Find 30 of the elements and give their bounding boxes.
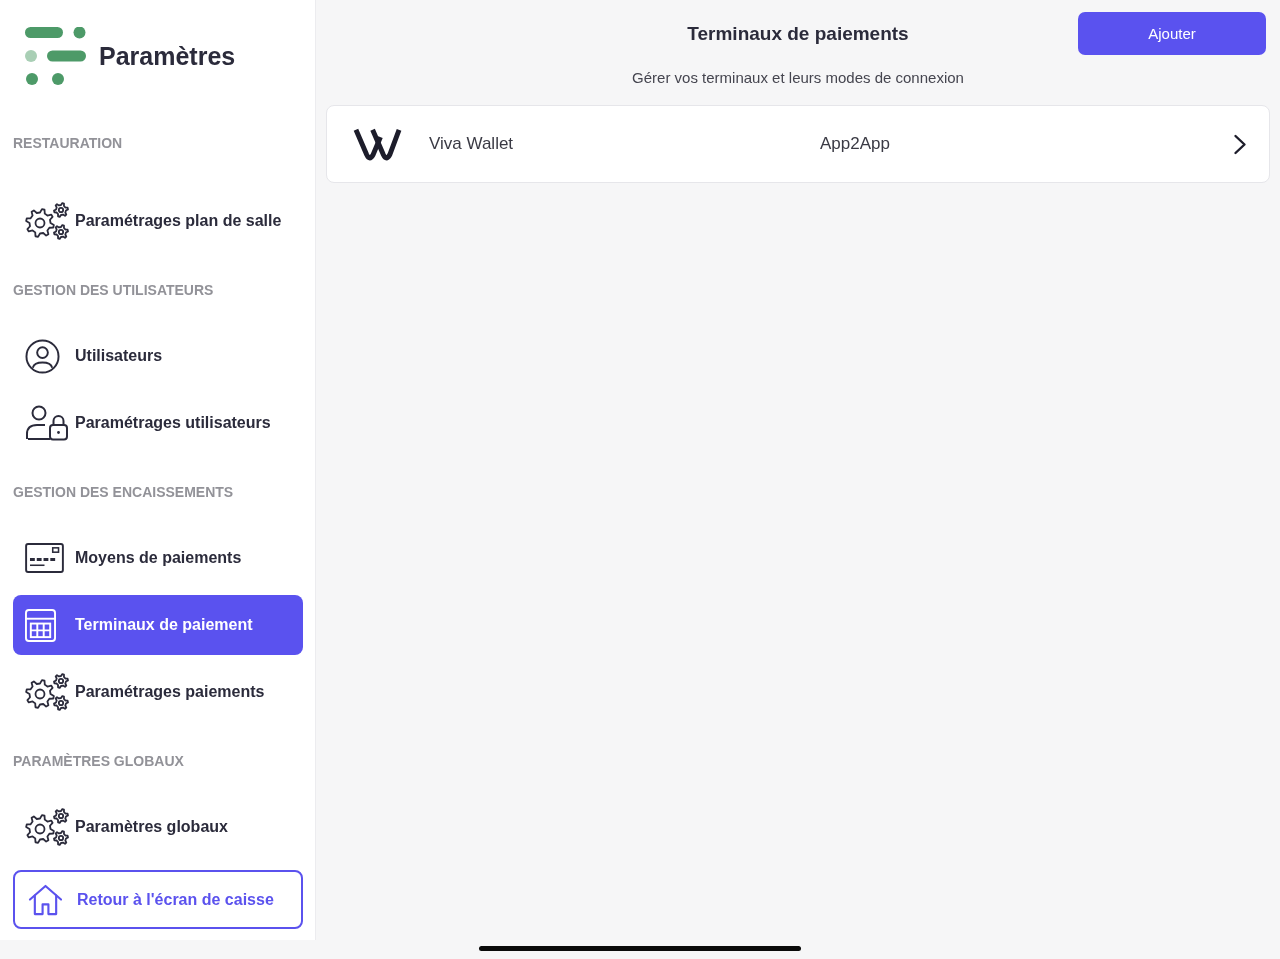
section-heading: PARAMÈTRES GLOBAUX bbox=[13, 753, 184, 771]
terminal-row[interactable]: Viva Wallet App2App bbox=[326, 105, 1270, 183]
home-icon bbox=[28, 883, 63, 916]
credit-card-icon bbox=[25, 543, 64, 573]
sidebar-item[interactable]: Utilisateurs bbox=[13, 326, 303, 386]
sidebar-item[interactable]: Moyens de paiements bbox=[13, 528, 303, 588]
sidebar-title: Paramètres bbox=[99, 41, 236, 71]
user-circle-icon bbox=[25, 338, 60, 374]
section-heading: GESTION DES UTILISATEURS bbox=[13, 282, 214, 300]
section-heading: GESTION DES ENCAISSEMENTS bbox=[13, 484, 234, 502]
section-heading: RESTAURATION bbox=[13, 135, 123, 153]
terminal-name: Viva Wallet bbox=[429, 134, 515, 154]
connection-mode: App2App bbox=[820, 134, 890, 154]
w-logo-icon bbox=[353, 126, 402, 162]
logo-icon bbox=[25, 27, 86, 85]
return-button[interactable]: Retour à l'écran de caisse bbox=[13, 870, 303, 929]
chevron-right-icon bbox=[1233, 133, 1247, 155]
gears-icon bbox=[25, 808, 69, 846]
sidebar-item[interactable]: Paramétrages plan de salle bbox=[13, 191, 303, 251]
calculator-icon bbox=[25, 608, 56, 642]
sidebar-item[interactable]: Paramétrages paiements bbox=[13, 662, 303, 722]
gears-icon bbox=[25, 673, 69, 711]
add-button[interactable]: Ajouter bbox=[1078, 12, 1266, 55]
sidebar-item[interactable]: Paramètres globaux bbox=[13, 797, 303, 857]
user-lock-icon bbox=[25, 405, 69, 441]
sidebar-item[interactable]: Terminaux de paiement bbox=[13, 595, 303, 655]
sidebar-item[interactable]: Paramétrages utilisateurs bbox=[13, 393, 303, 453]
page-title: Terminaux de paiements bbox=[687, 22, 909, 45]
gears-icon bbox=[25, 202, 69, 240]
page-subtitle: Gérer vos terminaux et leurs modes de connexion bbox=[632, 69, 964, 86]
